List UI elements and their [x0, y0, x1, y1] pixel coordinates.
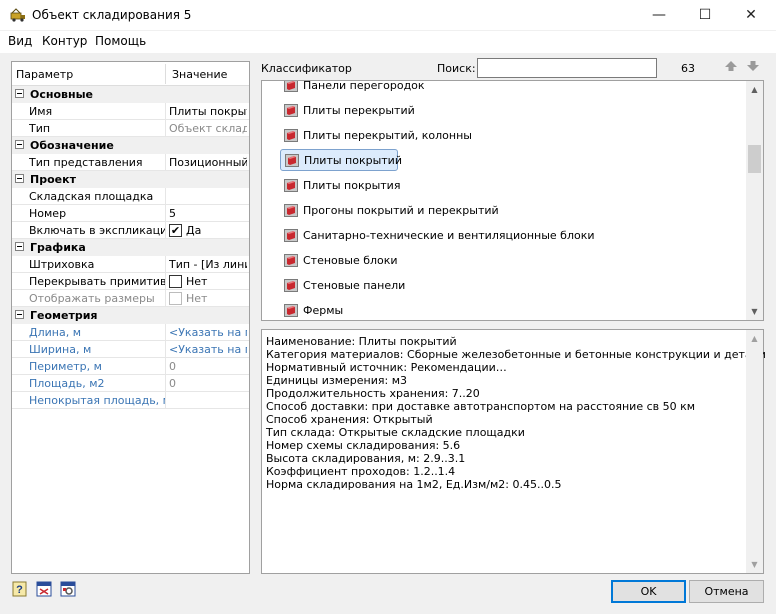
prop-row-representation[interactable]: Тип представления Позиционный знак	[12, 154, 249, 171]
show-dimensions-checkbox	[169, 292, 182, 305]
list-scrollbar[interactable]: ▲ ▼	[746, 81, 763, 320]
close-button[interactable]: ✕	[728, 0, 774, 31]
info-line: Коэффициент проходов: 1.2..1.4	[266, 465, 456, 478]
info-line: Способ хранения: Открытый	[266, 413, 433, 426]
prop-row-name[interactable]: Имя Плиты покрытий	[12, 103, 249, 120]
info-line: Категория материалов: Сборные железобето…	[266, 348, 766, 361]
scroll-down-icon[interactable]: ▼	[746, 303, 763, 320]
window-title: Объект складирования 5	[32, 8, 192, 22]
prop-row-overlap-primitives[interactable]: Перекрывать примитивы Нет	[12, 273, 249, 290]
list-item-selected[interactable]: Плиты покрытий	[280, 149, 402, 171]
group-project[interactable]: Проект	[12, 171, 249, 188]
collapse-toggle-icon[interactable]	[15, 89, 24, 98]
collapse-toggle-icon[interactable]	[15, 174, 24, 183]
grid-header: Параметр Значение	[12, 62, 249, 86]
prop-row-include-explication[interactable]: Включать в экспликацию ✔ Да	[12, 222, 249, 239]
concrete-block-icon	[284, 279, 298, 292]
info-line: Нормативный источник: Рекомендации…	[266, 361, 507, 374]
menu-bar: Вид Контур Помощь	[0, 31, 776, 53]
collapse-toggle-icon[interactable]	[15, 310, 24, 319]
info-line: Наименование: Плиты покрытий	[266, 335, 457, 348]
property-grid: Параметр Значение Основные Имя Плиты пок…	[11, 61, 250, 574]
ok-button[interactable]: OK	[611, 580, 686, 603]
concrete-block-icon	[284, 129, 298, 142]
concrete-block-icon	[284, 179, 298, 192]
search-input[interactable]	[477, 58, 657, 78]
concrete-block-icon	[284, 304, 298, 317]
arrow-down-icon[interactable]	[746, 60, 760, 72]
info-scrollbar[interactable]: ▲ ▼	[746, 330, 763, 573]
concrete-block-icon	[284, 104, 298, 117]
minimize-button[interactable]: —	[636, 0, 682, 31]
classifier-list[interactable]: Панели перегородок Плиты перекрытий Плит…	[261, 80, 764, 321]
menu-view[interactable]: Вид	[8, 34, 32, 48]
prop-row-number[interactable]: Номер 5	[12, 205, 249, 222]
menu-contour[interactable]: Контур	[42, 34, 87, 48]
info-line: Единицы измерения: м3	[266, 374, 407, 387]
group-designation[interactable]: Обозначение	[12, 137, 249, 154]
info-line: Продолжительность хранения: 7..20	[266, 387, 480, 400]
prop-row-perimeter[interactable]: Периметр, м 0	[12, 358, 249, 375]
overlap-primitives-checkbox[interactable]	[169, 275, 182, 288]
cancel-button[interactable]: Отмена	[689, 580, 764, 603]
prop-row-width[interactable]: Ширина, м <Указать на плане>	[12, 341, 249, 358]
info-line: Номер схемы складирования: 5.6	[266, 439, 461, 452]
info-line: Тип склада: Открытые складские площадки	[266, 426, 525, 439]
group-basic[interactable]: Основные	[12, 86, 249, 103]
title-bar: Объект складирования 5 — ☐ ✕	[0, 0, 776, 31]
concrete-block-icon	[284, 204, 298, 217]
concrete-block-icon	[284, 81, 298, 92]
column-parameter[interactable]: Параметр	[16, 68, 73, 81]
prop-row-hatching[interactable]: Штриховка Тип - [Из линий]	[12, 256, 249, 273]
prop-row-uncovered-area[interactable]: Непокрытая площадь, м2	[12, 392, 249, 409]
scroll-up-icon[interactable]: ▲	[746, 330, 763, 347]
include-explication-checkbox[interactable]: ✔	[169, 224, 182, 237]
match-count: 63	[681, 62, 695, 75]
info-line: Способ доставки: при доставке автотрансп…	[266, 400, 696, 413]
prop-row-show-dimensions[interactable]: Отображать размеры Нет	[12, 290, 249, 307]
scroll-down-icon[interactable]: ▼	[746, 556, 763, 573]
prop-row-type[interactable]: Тип Объект складирования	[12, 120, 249, 137]
svg-text:?: ?	[16, 584, 23, 596]
collapse-toggle-icon[interactable]	[15, 140, 24, 149]
group-graphics[interactable]: Графика	[12, 239, 249, 256]
prop-row-length[interactable]: Длина, м <Указать на плане>	[12, 324, 249, 341]
collapse-toggle-icon[interactable]	[15, 242, 24, 251]
arrow-up-icon[interactable]	[724, 60, 738, 72]
maximize-button[interactable]: ☐	[682, 0, 728, 31]
info-line: Высота складирования, м: 2.9..3.1	[266, 452, 466, 465]
group-geometry[interactable]: Геометрия	[12, 307, 249, 324]
column-value[interactable]: Значение	[172, 68, 227, 81]
export-icon[interactable]	[36, 581, 52, 597]
scroll-up-icon[interactable]: ▲	[746, 81, 763, 98]
help-icon[interactable]: ?	[12, 581, 28, 597]
info-panel: Наименование: Плиты покрытий Категория м…	[261, 329, 766, 574]
scroll-thumb[interactable]	[748, 145, 761, 173]
settings-icon[interactable]	[60, 581, 76, 597]
concrete-block-icon	[284, 229, 298, 242]
classifier-label: Классификатор	[261, 62, 352, 75]
concrete-block-icon	[285, 154, 299, 167]
warehouse-truck-icon	[10, 8, 25, 22]
menu-help[interactable]: Помощь	[95, 34, 146, 48]
prop-row-area[interactable]: Площадь, м2 0	[12, 375, 249, 392]
search-label: Поиск:	[437, 62, 476, 75]
prop-row-storage-site[interactable]: Складская площадка	[12, 188, 249, 205]
concrete-block-icon	[284, 254, 298, 267]
info-line: Норма складирования на 1м2, Ед.Изм/м2: 0…	[266, 478, 562, 491]
